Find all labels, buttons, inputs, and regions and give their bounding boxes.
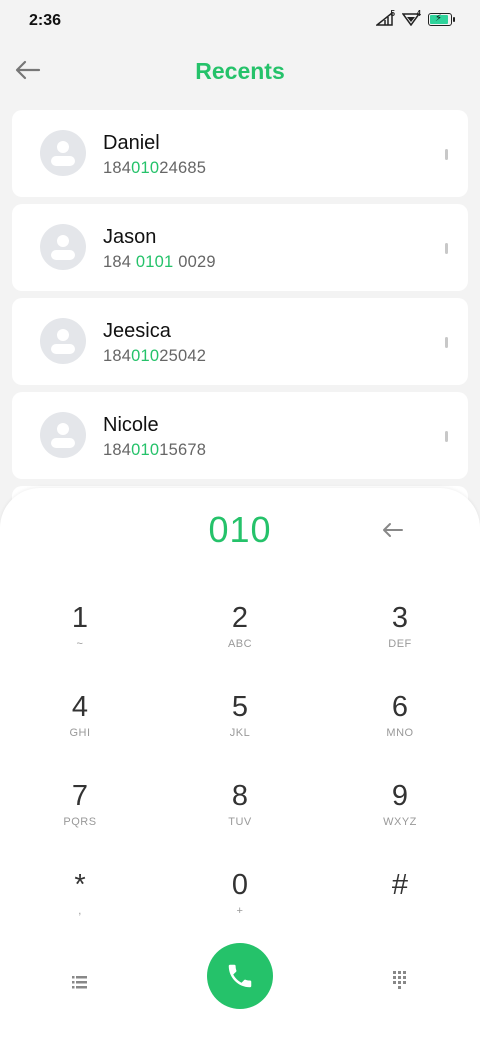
sim2-badge: 4	[416, 9, 421, 18]
contact-name: Nicole	[103, 414, 159, 436]
drag-handle-icon[interactable]	[445, 337, 448, 348]
contact-number: 18401015678	[103, 441, 207, 459]
contact-number: 18401024685	[103, 159, 207, 177]
call-button[interactable]	[207, 943, 273, 1009]
drag-handle-icon[interactable]	[445, 431, 448, 442]
dialpad-toggle-button[interactable]	[382, 965, 418, 995]
contact-item[interactable]: Jason 184 0101 0029	[12, 204, 468, 291]
key-7[interactable]: 7 PQRS	[20, 778, 140, 848]
dialpad-bottom-bar	[0, 943, 480, 1013]
avatar	[40, 224, 86, 270]
call-log-menu-button[interactable]	[62, 967, 98, 997]
battery-icon: ⚡	[428, 12, 455, 26]
backspace-arrow-icon	[383, 523, 403, 537]
dialpad-panel: 010 1 ~ 2 ABC 3 DEF 4 GHI 5 JKL 6 MNO 7 PQRS 8T…	[0, 488, 480, 1040]
phone-icon	[228, 964, 252, 988]
wifi-icon: 4	[402, 9, 421, 26]
key-4[interactable]: 4 GHI	[20, 689, 140, 759]
contact-number: 18401025042	[103, 347, 207, 365]
status-bar: 2:36 5 4 ⚡	[0, 0, 480, 44]
contact-item[interactable]: Jeesica 18401025042	[12, 298, 468, 385]
number-match: 0101	[135, 253, 174, 271]
contact-number: 184 0101 0029	[103, 253, 216, 271]
delete-button[interactable]	[378, 518, 408, 542]
key-1[interactable]: 1 ~	[20, 600, 140, 670]
charging-bolt-icon: ⚡	[435, 12, 443, 24]
dialed-number[interactable]: 010	[0, 509, 480, 551]
key-star[interactable]: *,	[20, 867, 140, 937]
status-icons: 5 4 ⚡	[376, 9, 455, 26]
key-hash[interactable]: #	[340, 867, 460, 937]
dialpad-grid-icon	[393, 971, 406, 989]
key-6[interactable]: 6 MNO	[340, 689, 460, 759]
avatar	[40, 412, 86, 458]
avatar	[40, 130, 86, 176]
signal-sim1-icon: 5	[376, 9, 395, 26]
number-match: 010	[131, 347, 160, 365]
drag-handle-icon[interactable]	[445, 149, 448, 160]
list-icon	[72, 976, 87, 989]
contact-name: Jeesica	[103, 320, 171, 342]
drag-handle-icon[interactable]	[445, 243, 448, 254]
key-3[interactable]: 3 DEF	[340, 600, 460, 670]
page-title: Recents	[195, 58, 285, 84]
number-match: 010	[131, 441, 160, 459]
battery-cap	[453, 16, 455, 22]
key-0[interactable]: 0 +	[180, 867, 300, 937]
key-8[interactable]: 8 TUV	[180, 778, 300, 848]
sim1-badge: 5	[390, 9, 395, 18]
contact-name: Jason	[103, 226, 157, 248]
key-5[interactable]: 5 JKL	[180, 689, 300, 759]
contact-item[interactable]: Daniel 18401024685	[12, 110, 468, 197]
number-match: 010	[131, 159, 160, 177]
key-9[interactable]: 9 WXYZ	[340, 778, 460, 848]
contact-item[interactable]: Nicole 18401015678	[12, 392, 468, 479]
contact-name: Daniel	[103, 132, 160, 154]
status-time: 2:36	[29, 12, 62, 29]
key-2[interactable]: 2 ABC	[180, 600, 300, 670]
avatar	[40, 318, 86, 364]
